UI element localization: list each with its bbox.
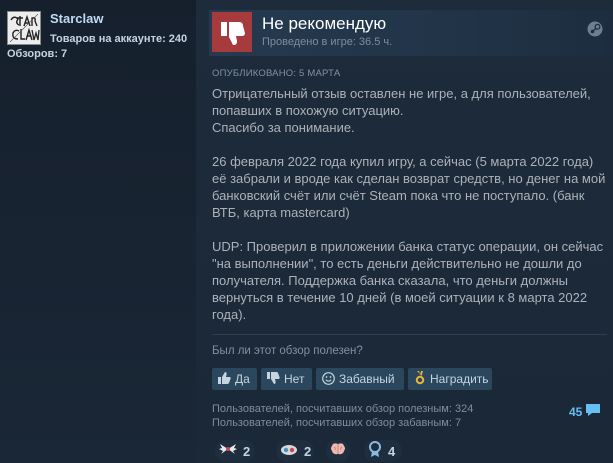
vote-no-button[interactable]: Нет: [261, 368, 312, 390]
avatar[interactable]: [7, 11, 41, 45]
award-wings[interactable]: 2: [215, 440, 255, 462]
thumb-up-icon: [218, 372, 231, 386]
steam-icon[interactable]: [587, 21, 603, 42]
award-label: Наградить: [430, 372, 489, 386]
products-count-link[interactable]: Товаров на аккаунте: 240: [50, 33, 187, 45]
reviews-count-link[interactable]: Обзоров: 7: [7, 48, 67, 60]
funny-count-text: Пользователей, посчитавших обзор забавны…: [212, 417, 462, 429]
medal-award-icon: [368, 440, 382, 462]
comments-link[interactable]: 45: [569, 403, 601, 420]
review-line: UDP: Проверил в приложении банка статус …: [212, 239, 604, 322]
vote-funny-button[interactable]: Забавный: [316, 368, 404, 390]
award-count: 2: [304, 443, 312, 459]
review-line: Отрицательный отзыв оставлен не игре, а …: [212, 86, 591, 118]
posted-date: ОПУБЛИКОВАНО: 5 МАРТА: [212, 68, 341, 79]
avatar-drawing: [8, 12, 40, 44]
review-line: Спасибо за понимание.: [212, 120, 355, 135]
divider: [212, 334, 607, 335]
review-body: Отрицательный отзыв оставлен не игре, а …: [212, 85, 607, 323]
award-button[interactable]: Наградить: [408, 368, 492, 390]
vote-yes-label: Да: [235, 372, 250, 386]
thumb-down-icon: [267, 372, 280, 386]
award-count: 2: [243, 443, 251, 459]
award-count: 4: [388, 443, 396, 459]
helpful-count-text: Пользователей, посчитавших обзор полезны…: [212, 403, 474, 415]
comment-icon: [585, 403, 601, 420]
vote-yes-button[interactable]: Да: [212, 368, 257, 390]
comments-count: 45: [569, 404, 583, 419]
smiley-icon: [322, 371, 335, 387]
award-medal-icon: [414, 371, 426, 387]
thumb-down-icon[interactable]: [212, 12, 252, 52]
award-medal[interactable]: 4: [364, 440, 402, 462]
brain-award-icon: [330, 442, 346, 461]
review-line: 26 февраля 2022 года купил игру, а сейча…: [212, 154, 606, 220]
username-link[interactable]: Starclaw: [50, 11, 103, 26]
playtime-text: Проведено в игре: 36.5 ч.: [262, 36, 393, 48]
author-panel: [0, 0, 196, 463]
award-brain[interactable]: [326, 440, 350, 462]
award-eyes[interactable]: 2: [276, 440, 314, 462]
eyes-award-icon: [280, 442, 298, 461]
recommendation-title[interactable]: Не рекомендую: [262, 14, 386, 34]
helpful-question: Был ли этот обзор полезен?: [212, 345, 363, 357]
wings-award-icon: [219, 442, 237, 461]
vote-no-label: Нет: [284, 372, 305, 386]
vote-funny-label: Забавный: [339, 372, 395, 386]
